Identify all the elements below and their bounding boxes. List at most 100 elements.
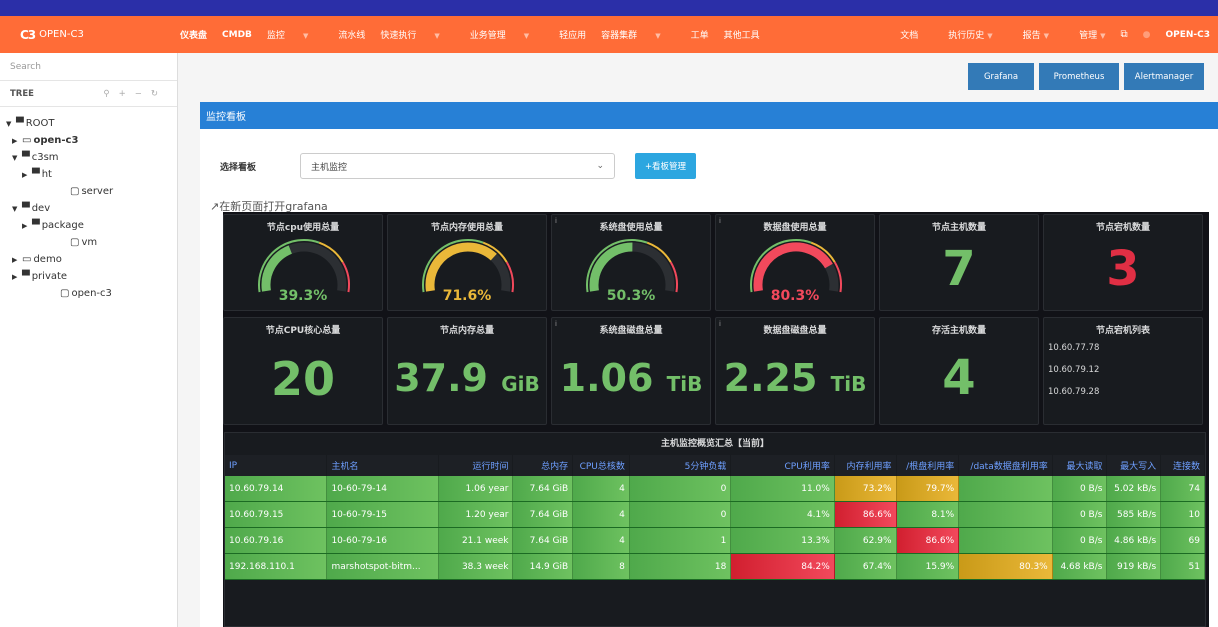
card-title: 存活主机数量 (931, 326, 986, 336)
column-header[interactable]: 运行时间 (439, 455, 514, 476)
gauge-value: 80.3% (770, 288, 820, 304)
chevron-right-icon[interactable]: ▶ (12, 137, 22, 145)
alive-count-stat: 存活主机数量 4 (879, 317, 1039, 425)
folder-icon: ▭ (22, 135, 32, 146)
nav-cmdb[interactable]: CMDB (222, 30, 252, 40)
chevron-right-icon[interactable]: ▶ (12, 256, 22, 264)
table-cell: 7.64 GiB (513, 476, 574, 501)
chevron-right-icon[interactable]: ▶ (22, 222, 32, 230)
column-header[interactable]: /data数据盘利用率 (959, 455, 1053, 476)
tree-search-input[interactable]: Search (0, 53, 177, 81)
tree-node[interactable]: ▼ ▀ ROOT (6, 115, 171, 132)
expand-icon[interactable]: + (119, 89, 135, 99)
tree: ▼ ▀ ROOT ▶ ▭ open-c3 ▼ ▀ c3sm ▶ ▀ ht ▢ server ▼ ▀ d… (0, 107, 177, 310)
table-row[interactable]: 10.60.79.16 10-60-79-16 21.1 week 7.64 GiB 4… (225, 528, 1205, 554)
nav-admin-label: 管理 (1079, 31, 1098, 41)
refresh-icon[interactable]: ↻ (151, 89, 167, 99)
column-header[interactable]: 内存利用率 (835, 455, 897, 476)
chevron-down-icon: ▼ (302, 32, 309, 40)
table-cell: 10-60-79-14 (327, 476, 439, 501)
stat-value: 7 (942, 241, 976, 297)
nav-monitor-label: 监控 (266, 31, 285, 41)
column-header[interactable]: CPU利用率 (731, 455, 835, 476)
dashboard-select[interactable]: 主机监控 ⌄ (300, 153, 615, 179)
chevron-down-icon[interactable]: ▼ (12, 205, 22, 213)
tree-node-label: open-c3 (71, 288, 112, 299)
table-cell: 62.9% (834, 528, 897, 553)
nav-business[interactable]: 业务管理 ▼ (470, 28, 544, 41)
nav-other-tools[interactable]: 其他工具 (724, 28, 760, 41)
locate-icon[interactable]: ⚲ (103, 89, 118, 99)
tree-node[interactable]: ▶ ▀ package (6, 217, 171, 234)
nav-monitor[interactable]: 监控 ▼ (267, 28, 323, 41)
chevron-down-icon[interactable]: ▼ (12, 154, 22, 162)
column-header[interactable]: 连接数 (1161, 455, 1205, 476)
nav-container[interactable]: 容器集群 ▼ (601, 28, 675, 41)
gauge-value: 71.6% (442, 288, 492, 304)
manage-dashboards-button[interactable]: +看板管理 (635, 153, 696, 179)
stat-unit: TiB (666, 372, 703, 396)
tree-node[interactable]: ▶ ▀ ht (6, 166, 171, 183)
table-cell: 1 (629, 528, 732, 553)
nav-light-app[interactable]: 轻应用 (559, 28, 586, 41)
nav-admin[interactable]: 管理 ▼ (1064, 28, 1105, 41)
user-menu[interactable]: OPEN-C3 (1165, 30, 1210, 40)
nav-pipeline[interactable]: 流水线 (338, 28, 365, 41)
nav-quick-exec[interactable]: 快速执行 ▼ (380, 28, 454, 41)
tree-node[interactable]: ▼ ▀ c3sm (6, 149, 171, 166)
tree-node[interactable]: ▶ ▭ demo (6, 251, 171, 268)
top-strip (0, 0, 1218, 16)
table-row[interactable]: 10.60.79.14 10-60-79-14 1.06 year 7.64 GiB 4… (225, 476, 1205, 502)
nav-reports[interactable]: 报告 ▼ (1008, 28, 1049, 41)
alertmanager-button[interactable]: Alertmanager (1124, 63, 1204, 90)
tree-node[interactable]: ▢ open-c3 (6, 285, 171, 302)
card-title: 系统盘使用总量 (599, 223, 663, 233)
chevron-right-icon[interactable]: ▶ (22, 171, 32, 179)
table-cell: 10.60.79.16 (225, 528, 328, 553)
tree-node[interactable]: ▶ ▭ open-c3 (6, 132, 171, 149)
tree-node-label: ht (41, 169, 52, 180)
nav-reports-label: 报告 (1022, 31, 1041, 41)
logo[interactable]: C3 OPEN-C3 (0, 28, 180, 42)
select-label: 选择看板 (220, 162, 257, 173)
chevron-right-icon[interactable]: ▶ (12, 273, 22, 281)
tree-node[interactable]: ▢ server (6, 183, 171, 200)
table-row[interactable]: 10.60.79.15 10-60-79-15 1.20 year 7.64 GiB 4… (225, 502, 1205, 528)
tree-node[interactable]: ▼ ▀ dev (6, 200, 171, 217)
stat-value-wrap: 1.06 TiB (552, 356, 710, 400)
table-cell: 38.3 week (438, 554, 514, 579)
collapse-icon[interactable]: − (135, 89, 151, 99)
column-header[interactable]: 总内存 (513, 455, 574, 476)
column-header[interactable]: CPU总核数 (573, 455, 630, 476)
nav-ticket[interactable]: 工单 (691, 28, 709, 41)
table-cell: 4 (573, 528, 630, 553)
table-cell: 15.9% (896, 554, 960, 579)
column-header[interactable]: 主机名 (327, 455, 439, 476)
down-list-panel: 节点宕机列表 10.60.77.78 10.60.79.12 10.60.79.… (1043, 317, 1203, 425)
tree-node[interactable]: ▶ ▀ private (6, 268, 171, 285)
chevron-down-icon[interactable]: ▼ (6, 120, 16, 128)
logo-mark: C3 (20, 27, 36, 42)
dashboard-select-row: 选择看板 主机监控 ⌄ +看板管理 (220, 153, 696, 179)
chevron-down-icon: ▼ (523, 32, 530, 40)
table-cell: 0 (629, 476, 732, 501)
nav-dashboard[interactable]: 仪表盘 (180, 28, 207, 41)
app-window: C3 OPEN-C3 仪表盘 CMDB 监控 ▼ 流水线 快速执行 ▼ 业务管理 ▼ … (0, 0, 1218, 627)
tree-node[interactable]: ▢ vm (6, 234, 171, 251)
column-header[interactable]: 最大读取 (1053, 455, 1108, 476)
column-header[interactable]: 5分钟负载 (630, 455, 732, 476)
prometheus-button[interactable]: Prometheus (1039, 63, 1119, 90)
column-header[interactable]: /根盘利用率 (897, 455, 960, 476)
nav-history[interactable]: 执行历史 ▼ (933, 28, 992, 41)
column-header[interactable]: 最大写入 (1107, 455, 1162, 476)
nav-docs[interactable]: 文档 (900, 28, 918, 41)
table-cell: 5.02 kB/s (1107, 476, 1162, 501)
data-disk-total-stat: i 数据盘磁盘总量 2.25 TiB (715, 317, 875, 425)
folder-open-icon: ▀ (22, 203, 30, 214)
table-cell: 4 (573, 476, 630, 501)
translate-icon[interactable]: ⧉ (1120, 29, 1127, 40)
column-header[interactable]: IP (225, 455, 328, 476)
table-row[interactable]: 192.168.110.1 marshotspot-bitm... 38.3 wee… (225, 554, 1205, 580)
grafana-button[interactable]: Grafana (968, 63, 1034, 90)
table-cell: 86.6% (896, 528, 960, 553)
